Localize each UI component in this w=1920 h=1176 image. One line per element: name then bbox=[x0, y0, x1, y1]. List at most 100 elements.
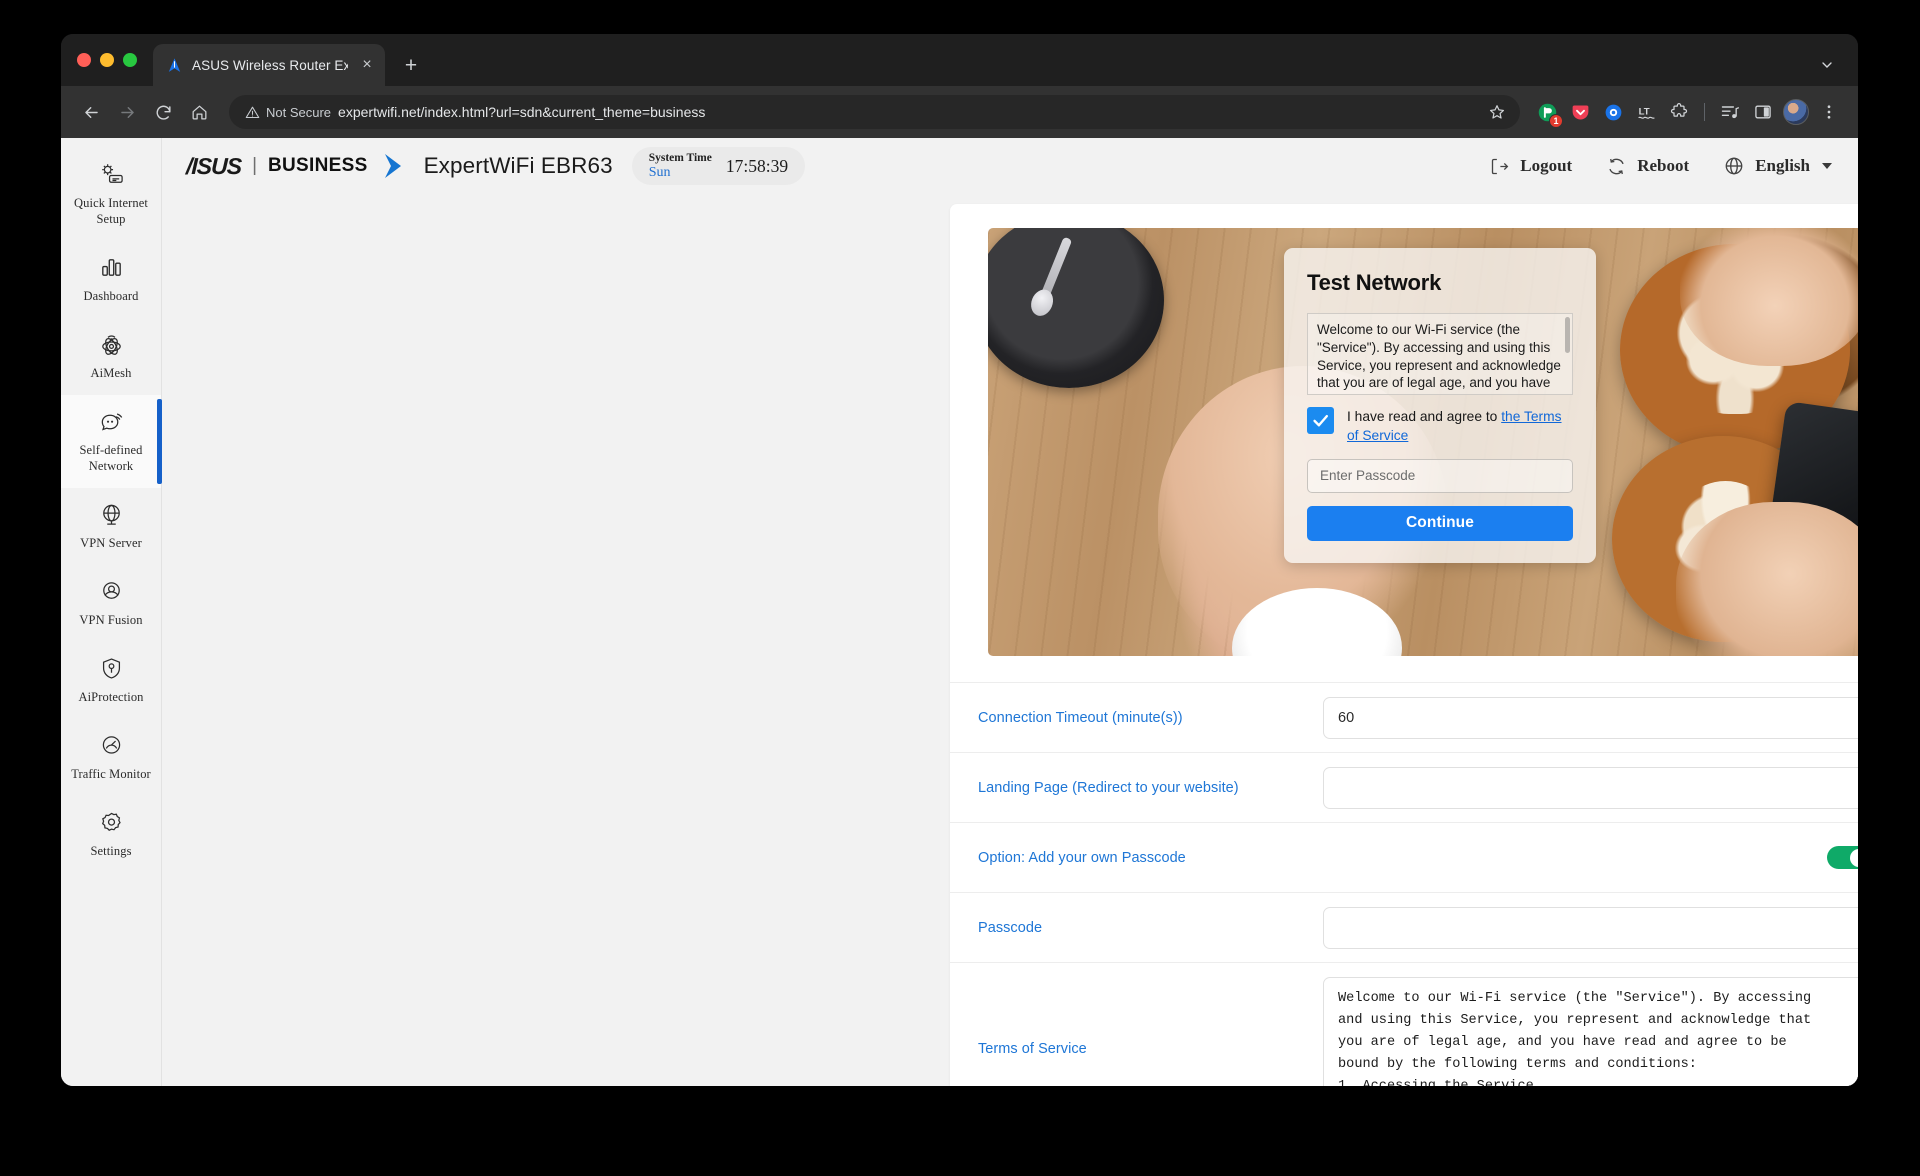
language-selector[interactable]: English bbox=[1723, 155, 1832, 177]
system-time-day: Sun bbox=[648, 164, 671, 180]
sidebar-item-settings[interactable]: Settings bbox=[61, 796, 161, 873]
portal-login-dialog: Test Network Welcome to our Wi-Fi servic… bbox=[1284, 248, 1596, 563]
privacy-icon[interactable] bbox=[1598, 97, 1628, 127]
sidebar-item-quick-internet-setup[interactable]: Quick Internet Setup bbox=[61, 148, 161, 241]
aiprotection-icon bbox=[98, 655, 125, 682]
reading-list-icon[interactable] bbox=[1715, 97, 1745, 127]
portal-terms-box[interactable]: Welcome to our Wi-Fi service (the "Servi… bbox=[1307, 313, 1573, 395]
reboot-button[interactable]: Reboot bbox=[1606, 156, 1689, 177]
language-label: English bbox=[1755, 156, 1810, 175]
business-label: BUSINESS bbox=[268, 155, 368, 176]
asus-logo[interactable]: /ISUS | BUSINESS bbox=[186, 151, 407, 181]
maximize-window-button[interactable] bbox=[123, 53, 137, 67]
avatar[interactable] bbox=[1781, 97, 1811, 127]
portal-passcode-input[interactable]: Enter Passcode bbox=[1307, 458, 1573, 493]
portal-terms-scrollbar[interactable] bbox=[1565, 317, 1570, 353]
sidebar-nav: Quick Internet Setup Dashboard AiMesh Se… bbox=[61, 138, 162, 1086]
sidebar-item-traffic-monitor[interactable]: Traffic Monitor bbox=[61, 719, 161, 796]
chevron-right-icon bbox=[381, 151, 407, 181]
extension-badge-icon[interactable]: 1 bbox=[1532, 97, 1563, 128]
sidebar-item-label: Self-defined Network bbox=[79, 443, 143, 473]
landing-page-input[interactable] bbox=[1323, 766, 1858, 809]
logout-button[interactable]: Logout bbox=[1489, 156, 1572, 177]
portal-continue-button[interactable]: Continue bbox=[1307, 505, 1573, 541]
header-actions: Logout Reboot English bbox=[1489, 155, 1832, 177]
toolbar-divider bbox=[1704, 103, 1705, 121]
landing-page-label: Landing Page (Redirect to your website) bbox=[978, 779, 1239, 796]
chevron-down-icon bbox=[1822, 163, 1832, 169]
self-defined-network-icon bbox=[98, 408, 125, 435]
settings-icon bbox=[98, 809, 125, 836]
main-column: /ISUS | BUSINESS ExpertWiFi EBR63 System… bbox=[162, 138, 1858, 1086]
globe-icon bbox=[1723, 155, 1745, 177]
security-status-label: Not Secure bbox=[266, 104, 332, 120]
dashboard-icon bbox=[98, 254, 125, 281]
security-status[interactable]: Not Secure bbox=[245, 105, 331, 120]
sidebar-item-vpn-fusion[interactable]: VPN Fusion bbox=[61, 565, 161, 642]
sidebar-item-label: AiProtection bbox=[78, 690, 144, 704]
agree-checkbox[interactable] bbox=[1307, 407, 1334, 434]
connection-timeout-label: Connection Timeout (minute(s)) bbox=[978, 709, 1183, 726]
tab-list-chevron-icon[interactable] bbox=[1812, 50, 1842, 80]
row-landing-page: Landing Page (Redirect to your website) bbox=[950, 752, 1858, 822]
terms-of-service-textarea[interactable]: Welcome to our Wi-Fi service (the "Servi… bbox=[1323, 977, 1858, 1086]
portal-network-title: Test Network bbox=[1307, 270, 1442, 295]
minimize-window-button[interactable] bbox=[100, 53, 114, 67]
agree-label: I have read and agree to the Terms of Se… bbox=[1347, 407, 1573, 446]
close-window-button[interactable] bbox=[77, 53, 91, 67]
agree-text-prefix: I have read and agree to bbox=[1347, 409, 1502, 424]
sidebar-item-label: Traffic Monitor bbox=[71, 767, 151, 781]
hand-upper-right bbox=[1680, 228, 1858, 366]
passcode-input[interactable] bbox=[1323, 906, 1858, 949]
sidebar-item-aimesh[interactable]: AiMesh bbox=[61, 318, 161, 395]
languagetool-icon[interactable]: LT bbox=[1631, 97, 1661, 127]
app-header: /ISUS | BUSINESS ExpertWiFi EBR63 System… bbox=[162, 138, 1858, 194]
passcode-label: Passcode bbox=[978, 919, 1043, 936]
back-icon[interactable] bbox=[75, 96, 107, 128]
forward-icon[interactable] bbox=[111, 96, 143, 128]
sidebar-item-self-defined-network[interactable]: Self-defined Network bbox=[61, 395, 162, 488]
close-tab-icon[interactable]: × bbox=[357, 55, 377, 75]
own-passcode-toggle[interactable] bbox=[1827, 846, 1858, 869]
side-panel-icon[interactable] bbox=[1748, 97, 1778, 127]
bookmark-star-icon[interactable] bbox=[1488, 103, 1506, 121]
captive-portal-settings-card: Test Network Welcome to our Wi-Fi servic… bbox=[950, 204, 1858, 1086]
sidebar-item-label: AiMesh bbox=[90, 366, 132, 380]
reboot-icon bbox=[1606, 156, 1627, 177]
browser-toolbar: Not Secure expertwifi.net/index.html?url… bbox=[61, 86, 1858, 138]
sidebar-item-label: VPN Server bbox=[80, 536, 142, 550]
extensions-row: 1 LT bbox=[1532, 97, 1844, 128]
chrome-menu-icon[interactable] bbox=[1814, 97, 1844, 127]
portal-background-image: Test Network Welcome to our Wi-Fi servic… bbox=[988, 228, 1858, 656]
url-text: expertwifi.net/index.html?url=sdn&curren… bbox=[338, 104, 706, 120]
system-time-pill: System Time Sun 17:58:39 bbox=[631, 147, 806, 185]
browser-tab[interactable]: ASUS Wireless Router Expert × bbox=[153, 44, 385, 86]
sidebar-item-label: VPN Fusion bbox=[79, 613, 143, 627]
sidebar-item-label: Quick Internet Setup bbox=[74, 196, 148, 226]
vpn-fusion-icon bbox=[98, 578, 125, 605]
sidebar-item-vpn-server[interactable]: VPN Server bbox=[61, 488, 161, 565]
own-passcode-label: Option: Add your own Passcode bbox=[978, 849, 1186, 866]
puzzle-extensions-icon[interactable] bbox=[1664, 97, 1694, 127]
portal-terms-text: Welcome to our Wi-Fi service (the "Servi… bbox=[1317, 322, 1561, 391]
sidebar-item-dashboard[interactable]: Dashboard bbox=[61, 241, 161, 318]
warning-triangle-icon bbox=[245, 106, 260, 118]
traffic-monitor-icon bbox=[98, 732, 125, 759]
new-tab-button[interactable]: + bbox=[395, 49, 427, 81]
row-terms-of-service: Terms of Service Welcome to our Wi-Fi se… bbox=[950, 962, 1858, 1086]
system-time-label: System Time bbox=[648, 151, 712, 164]
sidebar-item-aiprotection[interactable]: AiProtection bbox=[61, 642, 161, 719]
portal-agree-row[interactable]: I have read and agree to the Terms of Se… bbox=[1307, 407, 1573, 446]
logo-divider: | bbox=[252, 155, 258, 176]
home-icon[interactable] bbox=[183, 96, 215, 128]
system-time-clock: 17:58:39 bbox=[725, 155, 789, 176]
address-bar[interactable]: Not Secure expertwifi.net/index.html?url… bbox=[229, 95, 1520, 129]
portal-passcode-placeholder: Enter Passcode bbox=[1320, 468, 1416, 483]
connection-timeout-input[interactable]: 60 bbox=[1323, 696, 1858, 739]
tab-title: ASUS Wireless Router Expert bbox=[192, 57, 348, 73]
pocket-icon[interactable] bbox=[1565, 97, 1595, 127]
asus-favicon bbox=[166, 57, 183, 74]
terms-of-service-label: Terms of Service bbox=[978, 1041, 1087, 1057]
reload-icon[interactable] bbox=[147, 96, 179, 128]
browser-window: ASUS Wireless Router Expert × + Not Secu… bbox=[61, 34, 1858, 1086]
